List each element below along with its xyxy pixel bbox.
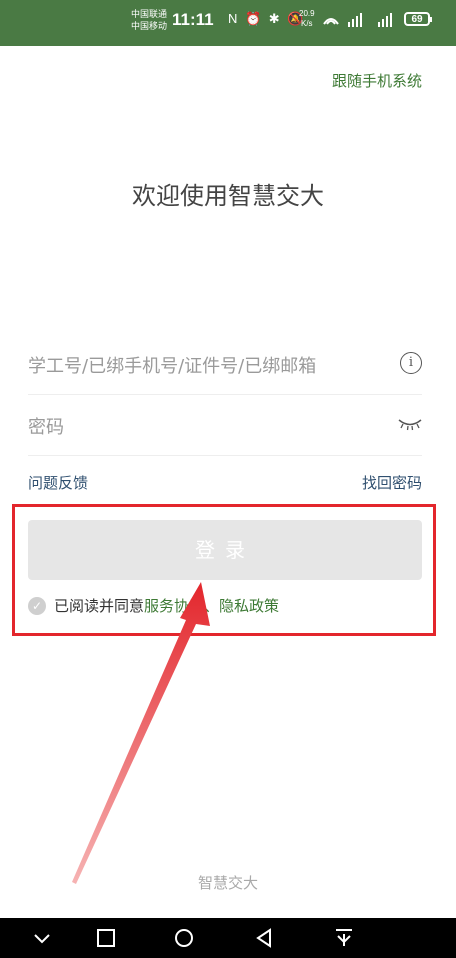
chevron-down-icon[interactable]: [30, 926, 54, 950]
annotation-highlight-box: [12, 504, 436, 636]
battery-icon: 69: [404, 12, 432, 26]
speed-value: 20.9: [299, 9, 315, 18]
notification-pull-icon[interactable]: [332, 926, 356, 950]
password-field[interactable]: 密码: [28, 395, 422, 456]
carrier-1: 中国联通: [131, 9, 168, 19]
network-speed: 20.9 K/s: [299, 9, 315, 29]
welcome-title: 欢迎使用智慧交大: [132, 182, 324, 210]
footer-brand: 智慧交大: [197, 874, 258, 892]
home-icon[interactable]: [172, 926, 196, 950]
signal-icons: [323, 13, 392, 27]
back-icon[interactable]: [252, 926, 276, 950]
account-field[interactable]: 学工号/已绑手机号/证件号/已绑邮箱 i: [28, 334, 422, 395]
status-bar: 中国联通 中国移动 11:11 N ⏰ ✱ 🔕 20.9 K/s 69: [0, 0, 456, 46]
account-input[interactable]: 学工号/已绑手机号/证件号/已绑邮箱: [28, 352, 316, 378]
info-icon[interactable]: i: [400, 352, 422, 374]
eye-closed-icon[interactable]: [398, 417, 422, 431]
status-icons: N ⏰ ✱ 🔕: [228, 11, 306, 26]
carrier-info: 中国联通 中国移动: [131, 8, 167, 32]
navigation-bar: [0, 918, 456, 958]
recent-apps-icon[interactable]: [94, 926, 118, 950]
carrier-2: 中国移动: [131, 21, 168, 31]
follow-system-link[interactable]: 跟随手机系统: [332, 70, 422, 91]
retrieve-password-link[interactable]: 找回密码: [362, 472, 422, 493]
clock: 11:11: [172, 10, 214, 29]
feedback-link[interactable]: 问题反馈: [28, 472, 88, 493]
speed-unit: K/s: [301, 19, 313, 28]
password-input[interactable]: 密码: [28, 413, 64, 439]
